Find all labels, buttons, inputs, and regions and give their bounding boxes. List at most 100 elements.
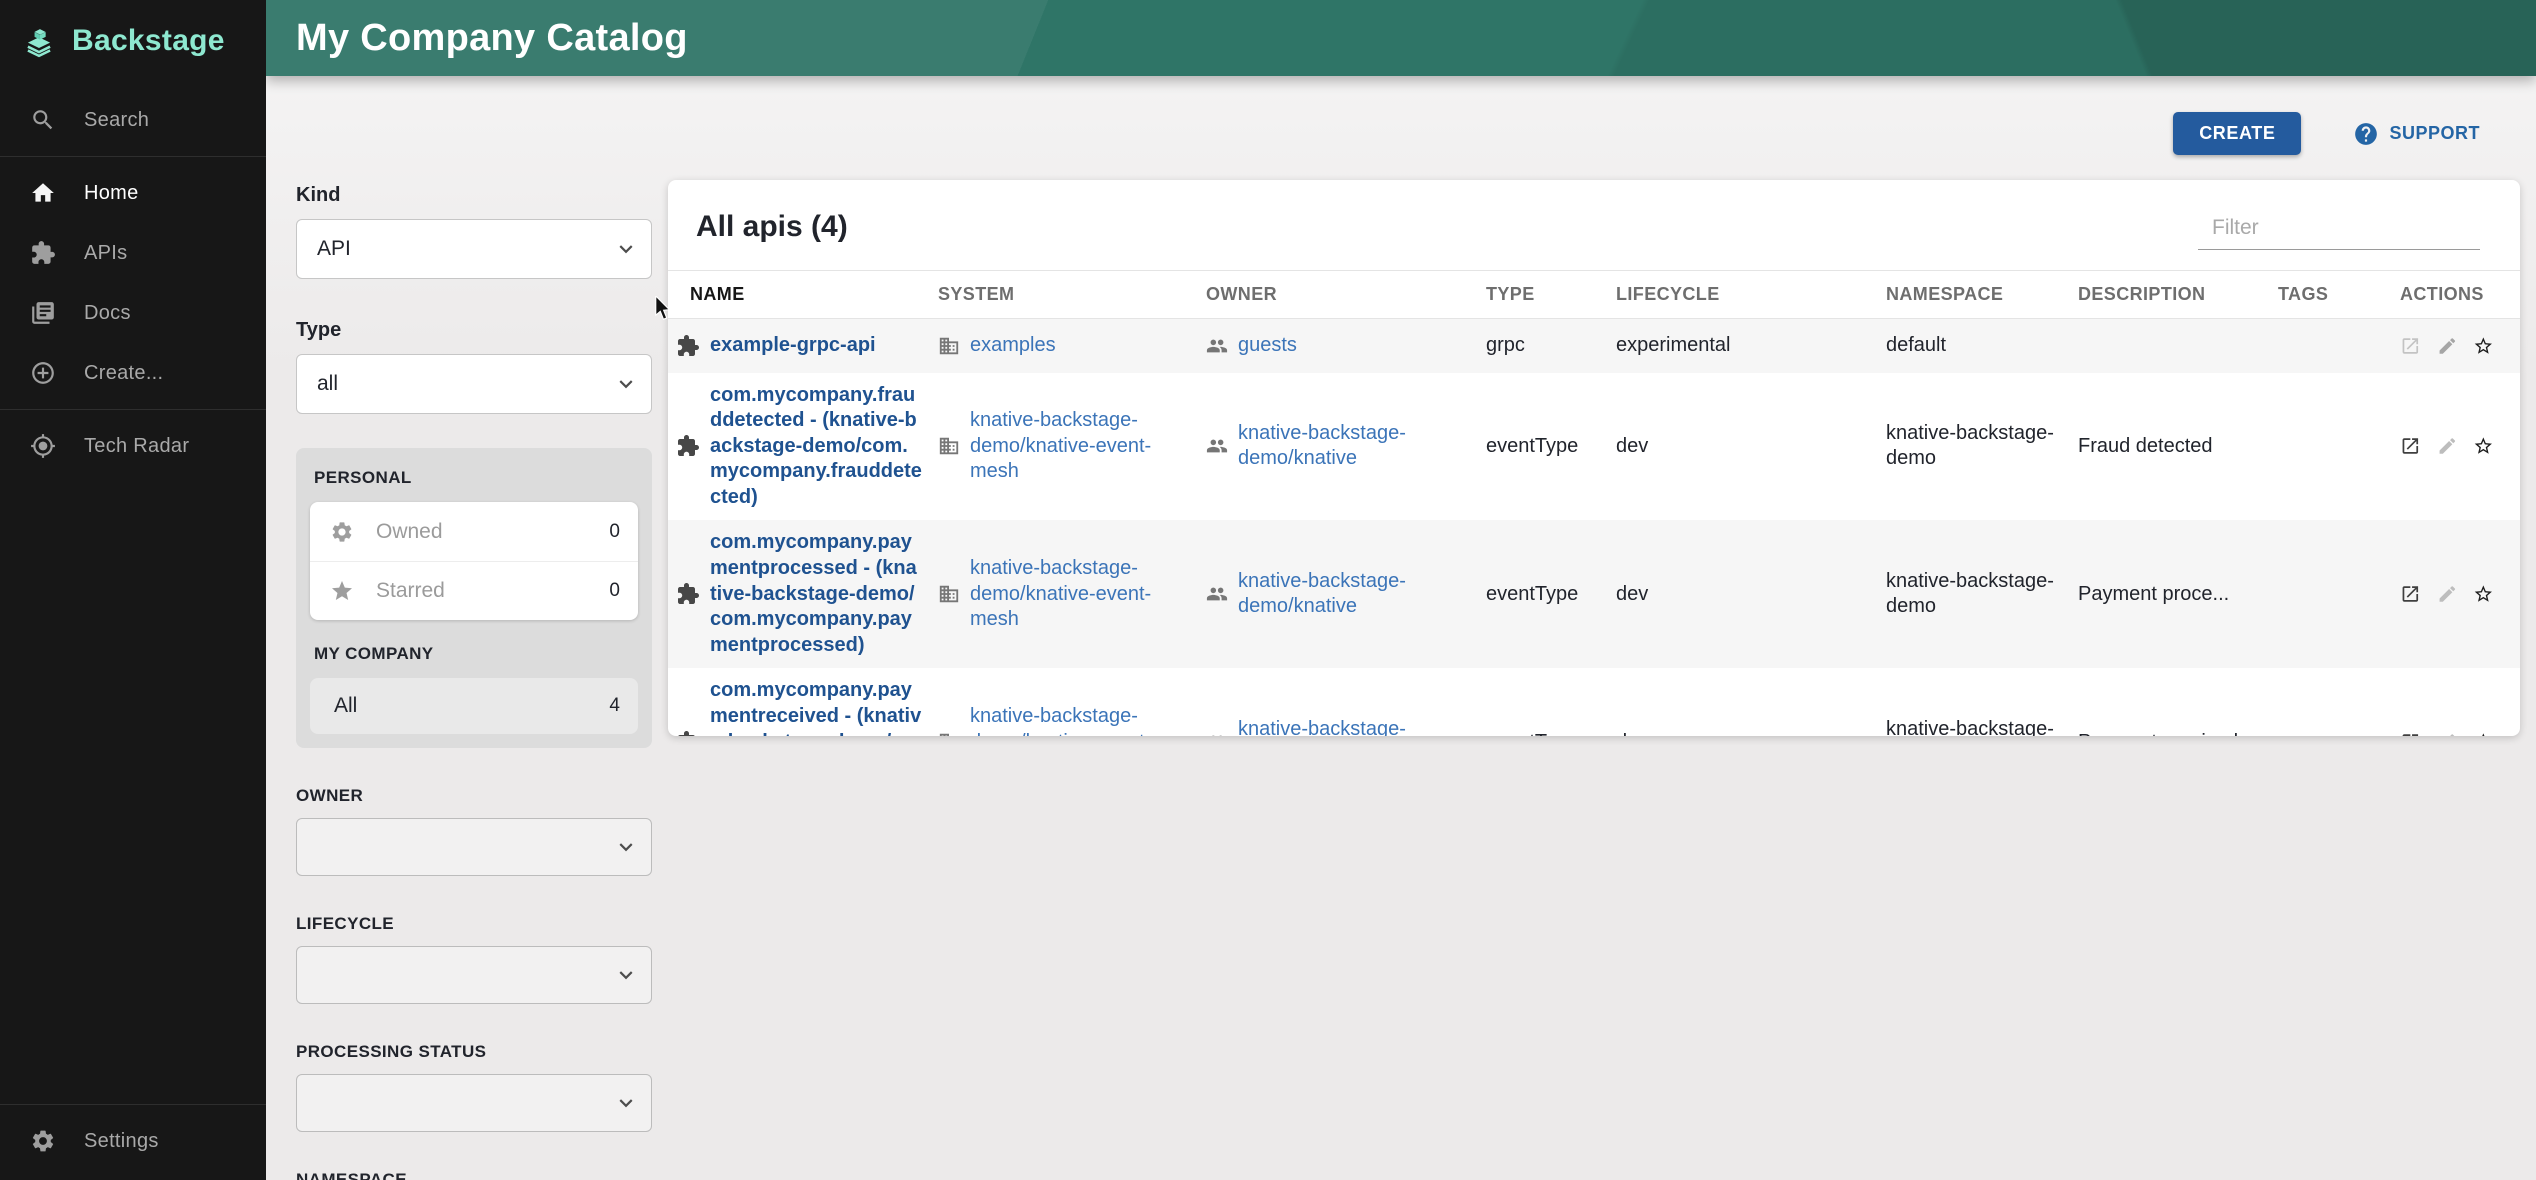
system-link[interactable]: knative-backstage-demo/knative-event-mes… — [970, 704, 1190, 736]
namespace-filter-label: NAMESPACE — [296, 1170, 652, 1180]
gear-icon — [30, 1128, 56, 1154]
column-header-system[interactable]: SYSTEM — [930, 271, 1198, 319]
search-icon — [30, 107, 56, 133]
star-border-icon[interactable] — [2473, 581, 2494, 607]
puzzle-icon — [676, 730, 700, 736]
backstage-logo[interactable]: Backstage — [0, 0, 266, 80]
type-cell: eventType — [1486, 582, 1582, 608]
system-link[interactable]: knative-backstage-demo/knative-event-mes… — [970, 556, 1190, 633]
column-header-type[interactable]: TYPE — [1478, 271, 1608, 319]
starred-filter-item[interactable]: Starred 0 — [310, 561, 638, 620]
processing-status-select[interactable] — [296, 1074, 652, 1132]
starred-count: 0 — [609, 580, 620, 602]
edit-icon[interactable] — [2437, 729, 2458, 736]
sidebar-item-label: Settings — [84, 1130, 159, 1153]
entity-name-link[interactable]: com.mycompany.paymentreceived - (knative… — [710, 678, 922, 736]
create-button[interactable]: CREATE — [2173, 112, 2301, 155]
sidebar-item-home[interactable]: Home — [0, 163, 266, 223]
content-toolbar: CREATE SUPPORT — [2173, 112, 2480, 155]
sidebar-item-label: Search — [84, 109, 149, 132]
owner-link[interactable]: knative-backstage-demo/knative — [1238, 569, 1470, 620]
sidebar-item-tech-radar[interactable]: Tech Radar — [0, 416, 266, 476]
group-icon — [1206, 335, 1228, 357]
owner-link[interactable]: knative-backstage-demo/knative — [1238, 421, 1470, 472]
table-row: com.mycompany.paymentreceived - (knative… — [668, 668, 2520, 736]
sidebar-item-label: APIs — [84, 242, 127, 265]
lifecycle-select[interactable] — [296, 946, 652, 1004]
type-cell: eventType — [1486, 730, 1582, 736]
sidebar-item-settings[interactable]: Settings — [0, 1111, 266, 1180]
logo-wordmark: Backstage — [72, 24, 225, 58]
entity-name-link[interactable]: example-grpc-api — [710, 333, 876, 359]
open-in-new-icon[interactable] — [2400, 729, 2421, 736]
type-select[interactable]: all — [296, 354, 652, 414]
open-in-new-icon[interactable] — [2400, 433, 2421, 459]
page-title: My Company Catalog — [266, 17, 688, 60]
lifecycle-filter-group: LIFECYCLE — [296, 914, 652, 1004]
type-cell: eventType — [1486, 434, 1582, 460]
starred-label: Starred — [376, 579, 609, 603]
sidebar-divider — [0, 1104, 266, 1105]
sidebar-item-label: Tech Radar — [84, 435, 189, 458]
type-filter-label: Type — [296, 319, 652, 342]
sidebar-item-label: Create... — [84, 362, 163, 385]
lifecycle-cell: dev — [1608, 520, 1878, 668]
system-link[interactable]: examples — [970, 333, 1056, 359]
star-border-icon[interactable] — [2473, 729, 2494, 736]
star-border-icon[interactable] — [2473, 433, 2494, 459]
owner-select[interactable] — [296, 818, 652, 876]
column-header-description[interactable]: DESCRIPTION — [2070, 271, 2270, 319]
open-in-new-icon[interactable] — [2400, 333, 2421, 359]
gear-icon — [330, 520, 354, 544]
description-cell: Fraud detected — [2070, 373, 2270, 521]
lifecycle-filter-label: LIFECYCLE — [296, 914, 652, 934]
sidebar-item-create[interactable]: Create... — [0, 343, 266, 403]
column-header-owner[interactable]: OWNER — [1198, 271, 1478, 319]
content-area: CREATE SUPPORT Kind API Type all PERSONA… — [266, 76, 2536, 1180]
sidebar-item-label: Docs — [84, 302, 131, 325]
personal-section-header: PERSONAL — [310, 464, 638, 502]
edit-icon[interactable] — [2437, 333, 2458, 359]
entity-name-link[interactable]: com.mycompany.frauddetected - (knative-b… — [710, 383, 922, 511]
support-button[interactable]: SUPPORT — [2353, 121, 2480, 147]
system-link[interactable]: knative-backstage-demo/knative-event-mes… — [970, 408, 1190, 485]
owner-link[interactable]: guests — [1238, 333, 1297, 359]
tags-cell — [2270, 520, 2392, 668]
edit-icon[interactable] — [2437, 433, 2458, 459]
chevron-down-icon — [613, 236, 639, 262]
column-header-actions: ACTIONS — [2392, 271, 2520, 319]
table-header-bar: All apis (4) — [668, 180, 2520, 270]
sidebar-item-label: Home — [84, 182, 139, 205]
puzzle-icon — [676, 582, 700, 606]
kind-select[interactable]: API — [296, 219, 652, 279]
ownership-picker: PERSONAL Owned 0 Starred 0 MY COMPANY — [296, 448, 652, 748]
sidebar-item-docs[interactable]: Docs — [0, 283, 266, 343]
edit-icon[interactable] — [2437, 581, 2458, 607]
sidebar-divider — [0, 156, 266, 157]
chevron-down-icon — [613, 371, 639, 397]
sidebar-item-search[interactable]: Search — [0, 90, 266, 150]
type-select-value: all — [317, 372, 338, 396]
column-header-tags[interactable]: TAGS — [2270, 271, 2392, 319]
group-icon — [1206, 731, 1228, 736]
column-header-name[interactable]: NAME — [668, 271, 930, 319]
group-icon — [1206, 583, 1228, 605]
api-table: NAME SYSTEM OWNER TYPE LIFECYCLE NAMESPA… — [668, 270, 2520, 736]
owned-label: Owned — [376, 520, 609, 544]
entity-name-link[interactable]: com.mycompany.paymentprocessed - (knativ… — [710, 530, 922, 658]
backstage-logo-icon — [20, 22, 58, 60]
puzzle-icon — [30, 240, 56, 266]
column-header-namespace[interactable]: NAMESPACE — [1878, 271, 2070, 319]
tags-cell — [2270, 319, 2392, 373]
owner-link[interactable]: knative-backstage-demo/knative — [1238, 717, 1470, 736]
backstage-app: Backstage Search Home APIs Docs Create..… — [0, 0, 2536, 1180]
chevron-down-icon — [613, 1090, 639, 1116]
sidebar-item-apis[interactable]: APIs — [0, 223, 266, 283]
star-border-icon[interactable] — [2473, 333, 2494, 359]
open-in-new-icon[interactable] — [2400, 581, 2421, 607]
owned-filter-item[interactable]: Owned 0 — [310, 502, 638, 561]
table-filter-input[interactable] — [2212, 216, 2483, 240]
filter-panel: Kind API Type all PERSONAL Owned 0 — [296, 184, 652, 1180]
column-header-lifecycle[interactable]: LIFECYCLE — [1608, 271, 1878, 319]
all-filter-item[interactable]: All 4 — [310, 678, 638, 734]
